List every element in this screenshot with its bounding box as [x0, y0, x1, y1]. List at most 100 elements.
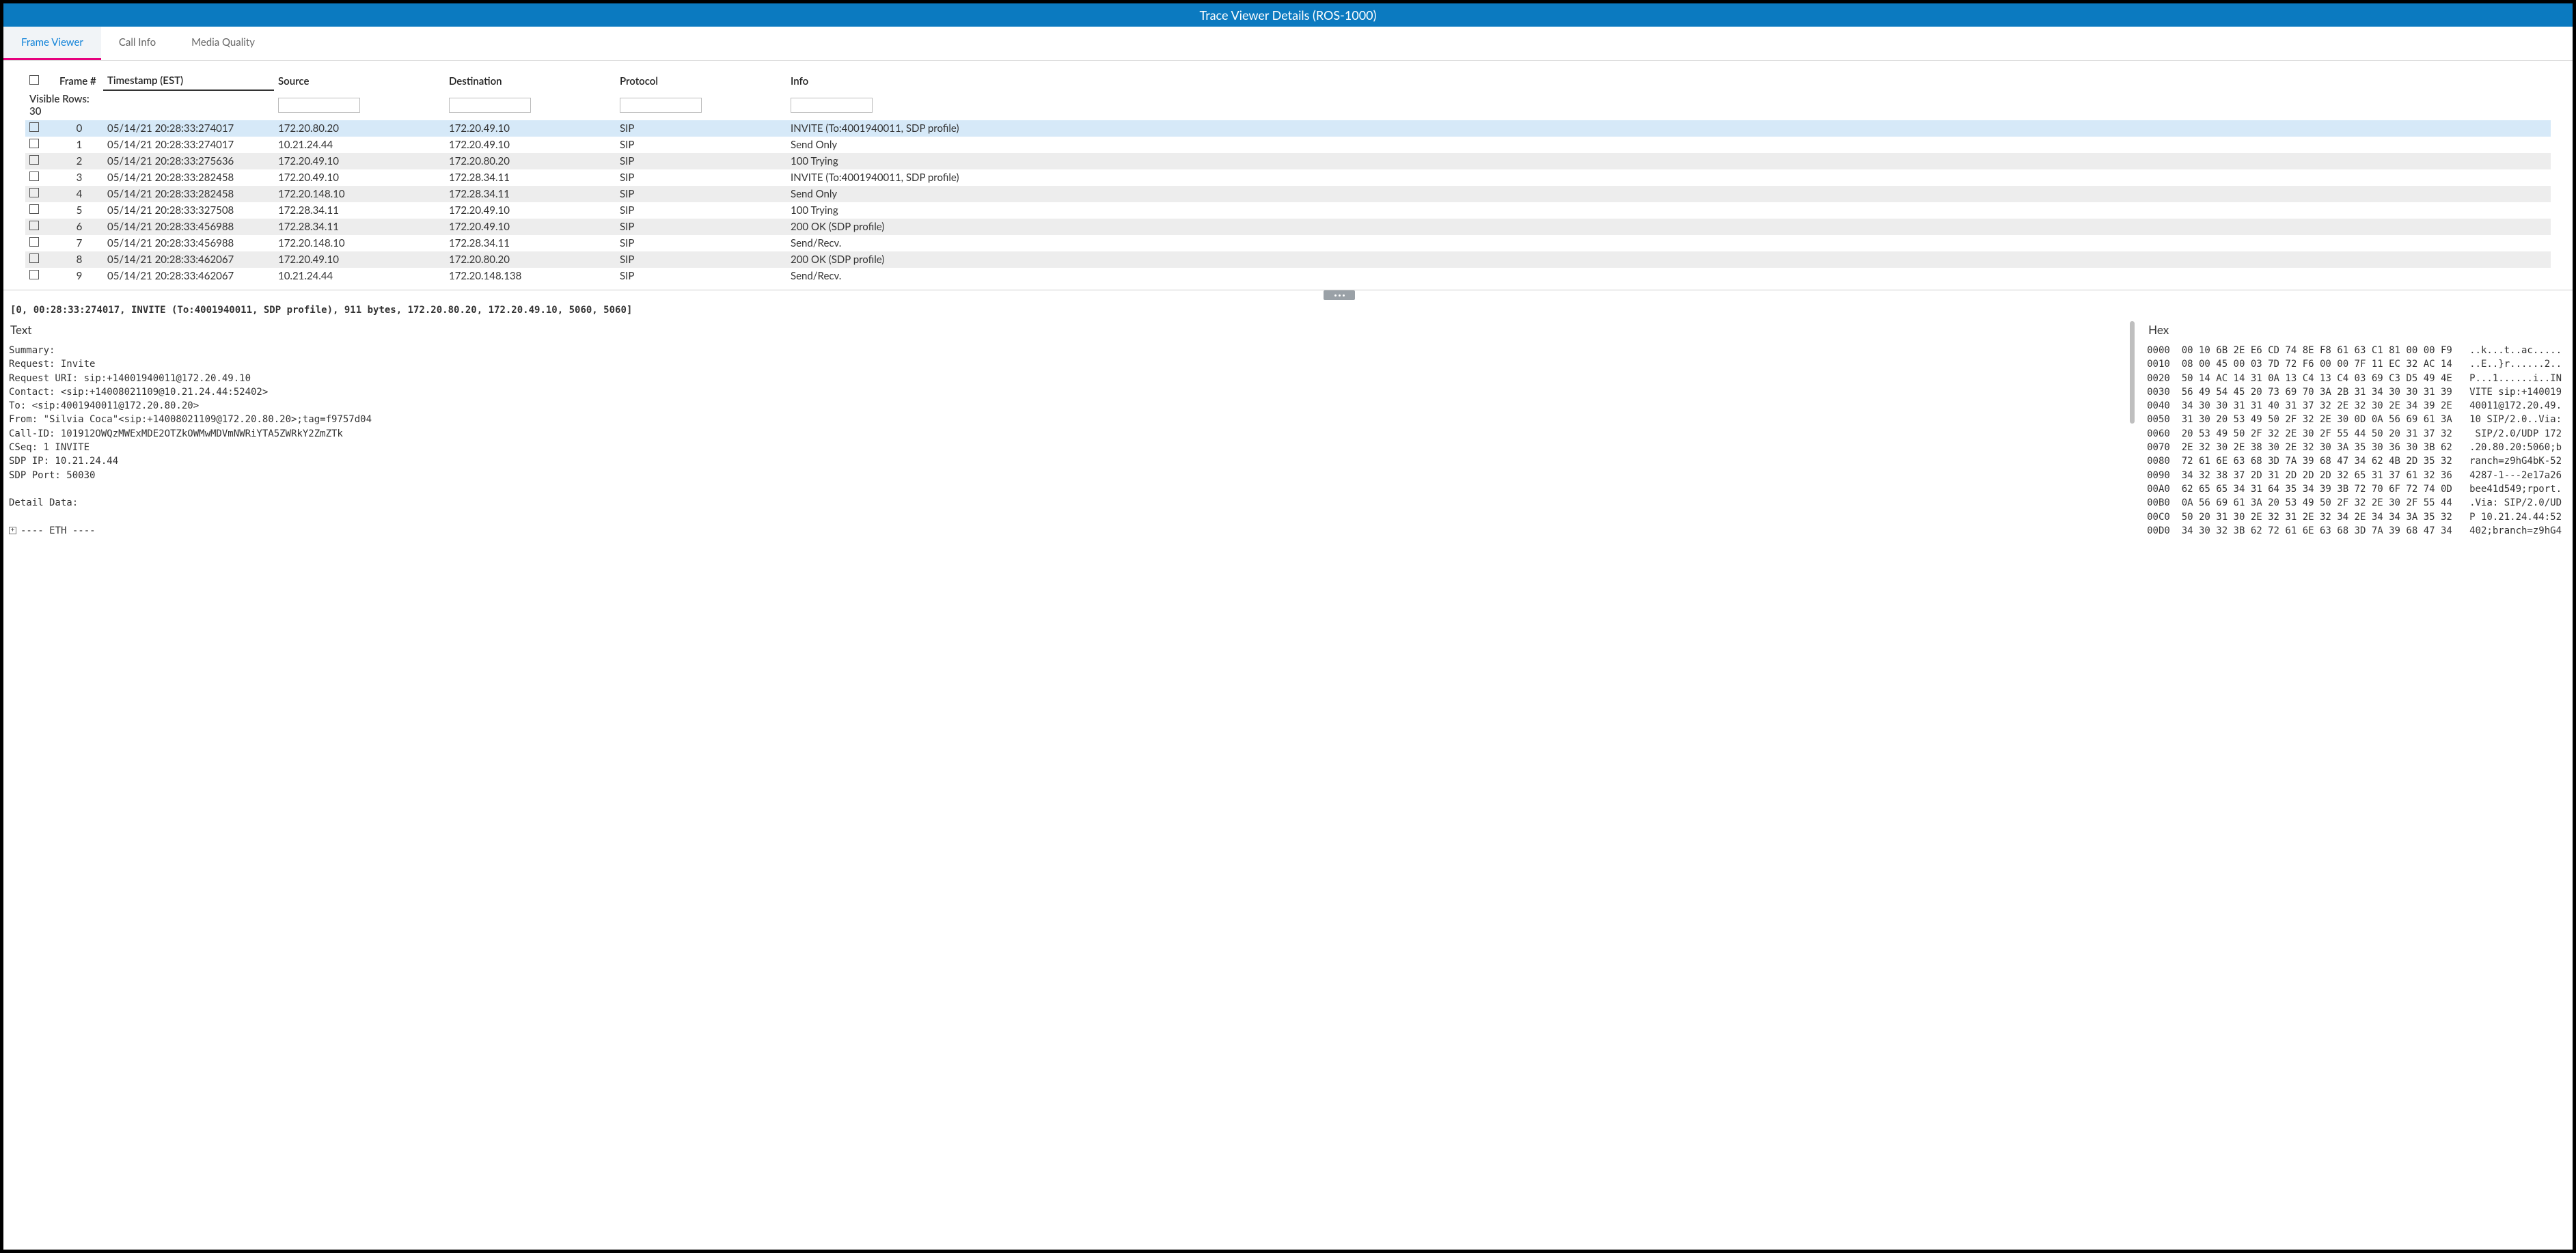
cell-destination: 172.28.34.11 — [445, 186, 616, 202]
cell-info: 200 OK (SDP profile) — [786, 251, 2551, 268]
cell-timestamp: 05/14/21 20:28:33:327508 — [103, 202, 274, 219]
cell-protocol: SIP — [616, 120, 786, 137]
cell-protocol: SIP — [616, 153, 786, 169]
row-checkbox[interactable] — [29, 122, 39, 132]
cell-frame: 1 — [55, 137, 103, 153]
col-source[interactable]: Source — [274, 72, 445, 90]
cell-destination: 172.20.49.10 — [445, 219, 616, 235]
cell-protocol: SIP — [616, 169, 786, 186]
table-row[interactable]: 105/14/21 20:28:33:27401710.21.24.44172.… — [25, 137, 2551, 153]
cell-source: 172.20.49.10 — [274, 251, 445, 268]
table-row[interactable]: 905/14/21 20:28:33:46206710.21.24.44172.… — [25, 268, 2551, 284]
filter-protocol-input[interactable] — [620, 98, 702, 113]
cell-source: 172.28.34.11 — [274, 219, 445, 235]
row-checkbox[interactable] — [29, 188, 39, 197]
row-checkbox[interactable] — [29, 221, 39, 230]
cell-destination: 172.28.34.11 — [445, 169, 616, 186]
cell-info: 100 Trying — [786, 202, 2551, 219]
table-row[interactable]: 805/14/21 20:28:33:462067172.20.49.10172… — [25, 251, 2551, 268]
row-checkbox[interactable] — [29, 237, 39, 247]
table-row[interactable]: 205/14/21 20:28:33:275636172.20.49.10172… — [25, 153, 2551, 169]
row-checkbox[interactable] — [29, 253, 39, 263]
row-checkbox[interactable] — [29, 204, 39, 214]
cell-frame: 2 — [55, 153, 103, 169]
cell-protocol: SIP — [616, 268, 786, 284]
cell-destination: 172.20.49.10 — [445, 137, 616, 153]
row-checkbox[interactable] — [29, 270, 39, 279]
cell-source: 172.20.49.10 — [274, 153, 445, 169]
cell-destination: 172.20.80.20 — [445, 251, 616, 268]
cell-frame: 3 — [55, 169, 103, 186]
tab-media-quality[interactable]: Media Quality — [174, 27, 273, 60]
tree-expand-icon[interactable]: + — [9, 527, 16, 534]
cell-timestamp: 05/14/21 20:28:33:282458 — [103, 169, 274, 186]
cell-info: Send/Recv. — [786, 235, 2551, 251]
pane-splitter[interactable] — [3, 290, 2573, 302]
cell-destination: 172.28.34.11 — [445, 235, 616, 251]
table-row[interactable]: 605/14/21 20:28:33:456988172.28.34.11172… — [25, 219, 2551, 235]
cell-info: Send/Recv. — [786, 268, 2551, 284]
cell-source: 10.21.24.44 — [274, 137, 445, 153]
cell-info: Send Only — [786, 137, 2551, 153]
tab-call-info[interactable]: Call Info — [101, 27, 174, 60]
cell-frame: 4 — [55, 186, 103, 202]
frames-table: Frame # Timestamp (EST) Source Destinati… — [25, 72, 2551, 284]
cell-info: 100 Trying — [786, 153, 2551, 169]
tab-bar: Frame Viewer Call Info Media Quality — [3, 27, 2573, 61]
cell-info: Send Only — [786, 186, 2551, 202]
cell-protocol: SIP — [616, 235, 786, 251]
col-frame[interactable]: Frame # — [55, 72, 103, 90]
cell-source: 172.20.49.10 — [274, 169, 445, 186]
cell-protocol: SIP — [616, 202, 786, 219]
frame-summary-line: [0, 00:28:33:274017, INVITE (To:40019400… — [9, 302, 2567, 318]
cell-frame: 5 — [55, 202, 103, 219]
cell-timestamp: 05/14/21 20:28:33:275636 — [103, 153, 274, 169]
splitter-grip-icon[interactable] — [1324, 290, 1355, 300]
cell-timestamp: 05/14/21 20:28:33:282458 — [103, 186, 274, 202]
cell-source: 172.20.148.10 — [274, 186, 445, 202]
text-pane-body[interactable]: Summary: Request: Invite Request URI: si… — [9, 344, 2127, 1244]
cell-frame: 7 — [55, 235, 103, 251]
table-row[interactable]: 005/14/21 20:28:33:274017172.20.80.20172… — [25, 120, 2551, 137]
cell-destination: 172.20.49.10 — [445, 120, 616, 137]
cell-info: 200 OK (SDP profile) — [786, 219, 2551, 235]
cell-protocol: SIP — [616, 186, 786, 202]
text-pane-heading: Text — [9, 318, 2127, 344]
table-row[interactable]: 705/14/21 20:28:33:456988172.20.148.1017… — [25, 235, 2551, 251]
cell-timestamp: 05/14/21 20:28:33:274017 — [103, 137, 274, 153]
row-checkbox[interactable] — [29, 155, 39, 165]
cell-frame: 9 — [55, 268, 103, 284]
row-checkbox[interactable] — [29, 139, 39, 148]
col-info[interactable]: Info — [786, 72, 2551, 90]
col-timestamp[interactable]: Timestamp (EST) — [103, 72, 274, 90]
col-protocol[interactable]: Protocol — [616, 72, 786, 90]
visible-rows-label: Visible Rows: 30 — [25, 90, 103, 120]
cell-frame: 8 — [55, 251, 103, 268]
window-title: Trace Viewer Details (ROS-1000) — [3, 3, 2573, 27]
cell-info: INVITE (To:4001940011, SDP profile) — [786, 169, 2551, 186]
cell-protocol: SIP — [616, 251, 786, 268]
hex-pane-body[interactable]: 0000 00 10 6B 2E E6 CD 74 8E F8 61 63 C1… — [2147, 344, 2567, 1244]
table-row[interactable]: 405/14/21 20:28:33:282458172.20.148.1017… — [25, 186, 2551, 202]
cell-timestamp: 05/14/21 20:28:33:462067 — [103, 251, 274, 268]
tab-frame-viewer[interactable]: Frame Viewer — [3, 27, 101, 60]
cell-timestamp: 05/14/21 20:28:33:456988 — [103, 219, 274, 235]
cell-timestamp: 05/14/21 20:28:33:274017 — [103, 120, 274, 137]
cell-info: INVITE (To:4001940011, SDP profile) — [786, 120, 2551, 137]
filter-destination-input[interactable] — [449, 98, 531, 113]
table-row[interactable]: 505/14/21 20:28:33:327508172.28.34.11172… — [25, 202, 2551, 219]
table-row[interactable]: 305/14/21 20:28:33:282458172.20.49.10172… — [25, 169, 2551, 186]
filter-info-input[interactable] — [791, 98, 873, 113]
col-destination[interactable]: Destination — [445, 72, 616, 90]
filter-source-input[interactable] — [278, 98, 360, 113]
cell-destination: 172.20.49.10 — [445, 202, 616, 219]
cell-source: 172.20.148.10 — [274, 235, 445, 251]
row-checkbox[interactable] — [29, 171, 39, 181]
cell-timestamp: 05/14/21 20:28:33:462067 — [103, 268, 274, 284]
cell-frame: 0 — [55, 120, 103, 137]
cell-destination: 172.20.148.138 — [445, 268, 616, 284]
cell-protocol: SIP — [616, 219, 786, 235]
scrollbar-thumb[interactable] — [2130, 321, 2135, 424]
select-all-checkbox[interactable] — [29, 75, 39, 85]
cell-source: 172.28.34.11 — [274, 202, 445, 219]
